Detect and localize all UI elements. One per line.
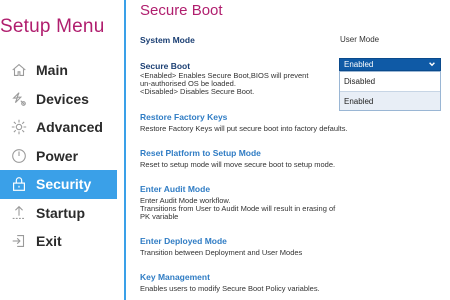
secure-boot-label: Secure Boot xyxy=(140,61,191,71)
exit-icon xyxy=(0,227,36,255)
sidebar-item-startup[interactable]: Startup xyxy=(0,199,117,228)
sidebar-item-security[interactable]: Security xyxy=(0,170,117,199)
secure-boot-description: <Enabled> Enables Secure Boot,BIOS will … xyxy=(140,72,340,96)
audit-desc-line: PK variable xyxy=(140,212,179,222)
sidebar-title: Setup Menu xyxy=(0,16,105,37)
page-title: Secure Boot xyxy=(140,2,223,19)
main-panel: Secure Boot System Mode User Mode Secure… xyxy=(140,0,450,300)
sidebar-item-label: Exit xyxy=(36,233,62,250)
sidebar-item-label: Devices xyxy=(36,90,89,107)
secure-boot-dropdown: Disabled Enabled xyxy=(339,71,441,111)
dropdown-option-enabled[interactable]: Enabled xyxy=(340,91,440,110)
reset-platform-desc: Reset to setup mode will move secure boo… xyxy=(140,160,336,169)
enter-audit-mode-desc: Enter Audit Mode workflow. Transitions f… xyxy=(140,196,440,222)
enter-audit-mode-link[interactable]: Enter Audit Mode xyxy=(140,184,210,194)
sidebar-item-main[interactable]: Main xyxy=(0,56,117,85)
system-mode-label: System Mode xyxy=(140,35,195,45)
sidebar-item-advanced[interactable]: Advanced xyxy=(0,113,117,142)
sidebar-divider xyxy=(124,0,126,300)
sidebar-item-label: Advanced xyxy=(36,119,103,136)
advanced-icon xyxy=(0,113,36,141)
home-icon xyxy=(0,56,36,84)
enter-deployed-mode-link[interactable]: Enter Deployed Mode xyxy=(140,236,227,246)
dropdown-option-disabled[interactable]: Disabled xyxy=(340,72,440,91)
reset-platform-link[interactable]: Reset Platform to Setup Mode xyxy=(140,148,261,158)
power-icon xyxy=(0,142,36,170)
sidebar-item-label: Power xyxy=(36,147,79,164)
security-icon xyxy=(0,170,36,198)
secure-boot-select[interactable]: Enabled xyxy=(339,58,441,71)
enter-deployed-mode-desc: Transition between Deployment and User M… xyxy=(140,248,303,257)
sidebar: Setup Menu Main Devices Advanced Power S… xyxy=(0,0,120,300)
sidebar-nav: Main Devices Advanced Power Security Sta… xyxy=(0,56,117,256)
restore-factory-keys-link[interactable]: Restore Factory Keys xyxy=(140,112,227,122)
sidebar-item-devices[interactable]: Devices xyxy=(0,85,117,114)
secure-boot-selected-value: Enabled xyxy=(344,60,374,69)
key-management-desc: Enables users to modify Secure Boot Poli… xyxy=(140,284,320,293)
sidebar-item-label: Startup xyxy=(36,204,85,221)
sidebar-item-power[interactable]: Power xyxy=(0,142,117,171)
startup-icon xyxy=(0,199,36,227)
secure-boot-desc-line: <Disabled> Disables Secure Boot. xyxy=(140,87,255,96)
sidebar-item-exit[interactable]: Exit xyxy=(0,227,117,256)
system-mode-value: User Mode xyxy=(340,35,380,44)
restore-factory-keys-desc: Restore Factory Keys will put secure boo… xyxy=(140,124,348,133)
audit-desc-line: Transitions from User to Audit Mode will… xyxy=(140,204,336,214)
key-management-link[interactable]: Key Management xyxy=(140,272,210,282)
chevron-down-icon xyxy=(428,60,436,70)
devices-icon xyxy=(0,85,36,113)
sidebar-item-label: Security xyxy=(36,176,92,193)
sidebar-item-label: Main xyxy=(36,62,68,79)
